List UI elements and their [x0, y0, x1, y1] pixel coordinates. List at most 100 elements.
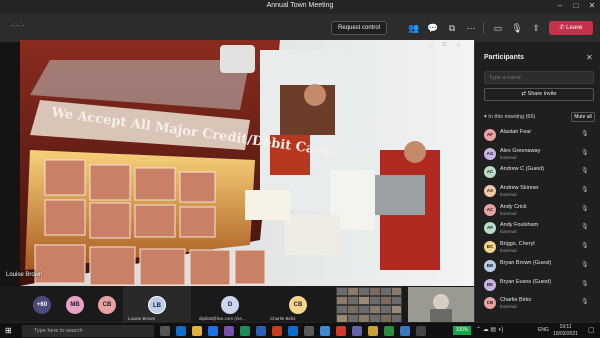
battery-badge[interactable]: 100% [453, 326, 471, 335]
task-view-icon[interactable] [160, 326, 170, 336]
minimize-video-icon[interactable]: ▭ [428, 42, 434, 49]
self-video-thumbnail[interactable] [408, 287, 474, 323]
word-icon[interactable] [256, 326, 266, 336]
participant-row[interactable]: AC Andy Crick External 🎙 [482, 201, 598, 220]
excel-icon[interactable] [240, 326, 250, 336]
participant-sub: External [500, 304, 517, 310]
rooms-icon[interactable]: ⧉ [446, 22, 458, 34]
app-icon[interactable] [416, 326, 426, 336]
avatar: CB [98, 296, 116, 314]
participant-row[interactable]: BC Briggs, Cheryl External 🎙 [482, 238, 598, 257]
title-bar: Annual Town Meeting – □ ✕ [0, 0, 600, 14]
avatar: BB [484, 259, 496, 272]
windows-start-icon[interactable]: ⊞ [5, 326, 15, 336]
participant-tile[interactable]: CB Charlie Birks [266, 286, 330, 326]
taskbar-search-box[interactable]: Type here to search [22, 325, 154, 337]
request-control-button[interactable]: Request control [331, 21, 387, 35]
app-icon[interactable] [304, 326, 314, 336]
language-indicator[interactable]: ENG [538, 327, 549, 333]
mic-muted-icon: 🎙 [581, 131, 589, 137]
chat-icon[interactable]: 💬 [427, 22, 439, 34]
edge-icon[interactable] [176, 326, 186, 336]
meeting-toolbar: -:-:- Request control 👥 💬 ⧉ ⋯ ▭ 🎙 ⇪ ✆ Le… [0, 14, 600, 42]
share-screen-icon[interactable]: ⇪ [530, 22, 542, 34]
participant-search-input[interactable] [484, 71, 594, 84]
participant-row[interactable]: AF Alastair Fear 🎙 [482, 126, 598, 145]
overflow-count: +60 [33, 296, 51, 314]
chrome-icon[interactable] [336, 326, 346, 336]
overflow-tile[interactable]: +60 [30, 286, 54, 326]
mic-muted-icon: 🎙 [581, 243, 589, 250]
close-window-icon[interactable]: ✕ [585, 1, 599, 10]
participant-name: Andrew Skinner [500, 185, 539, 192]
avatar: BE [484, 278, 496, 291]
network-icon[interactable]: ⌃ ☁ ▤ ◖) [476, 326, 503, 333]
close-panel-icon[interactable]: ✕ [586, 53, 593, 62]
file-explorer-icon[interactable] [192, 326, 202, 336]
in-meeting-section-header[interactable]: ▾ In this meeting (66) [484, 114, 535, 120]
mute-all-button[interactable]: Mute all [571, 112, 595, 122]
powerpoint-icon[interactable] [272, 326, 282, 336]
gallery-grid-image [336, 287, 402, 323]
avatar: BC [484, 241, 496, 254]
share-invite-button[interactable]: ⇄ Share invite [484, 88, 594, 101]
self-video-image [408, 287, 474, 323]
outlook-icon[interactable] [288, 326, 298, 336]
participant-tile[interactable]: CB [95, 286, 119, 326]
window-title: Annual Town Meeting [266, 2, 334, 9]
leave-button[interactable]: ✆ Leave [549, 21, 593, 35]
teams-active-icon[interactable] [352, 326, 362, 336]
participant-row[interactable]: AF Andy Foulsham External 🎙 [482, 219, 598, 238]
app-icon[interactable] [384, 326, 394, 336]
close-video-icon[interactable]: ✕ [456, 42, 461, 49]
app-icon[interactable] [400, 326, 410, 336]
photos-icon[interactable] [320, 326, 330, 336]
maximize-icon[interactable]: □ [569, 1, 583, 10]
clock[interactable]: 19:11 10/03/2021 [553, 324, 578, 337]
participant-sub: External [500, 210, 517, 216]
mic-muted-icon: 🎙 [581, 299, 589, 306]
participant-tile[interactable]: LB Louise Brown [123, 286, 191, 326]
participant-name: Alastair Fear [500, 129, 532, 135]
mic-muted-icon: 🎙 [581, 168, 589, 175]
video-frame: We Accept All Major Credit/Debit Cards [20, 40, 474, 286]
avatar: AC [484, 166, 496, 179]
participant-row[interactable]: BE Bryan Evans (Guest) 🎙 [482, 276, 598, 295]
taskbar-search-text: Type here to search [34, 328, 83, 334]
gallery-thumbnail[interactable] [336, 287, 402, 323]
minimize-icon[interactable]: – [553, 1, 567, 10]
speaker-name-label: Louise Brown [6, 272, 43, 278]
avatar: AG [484, 147, 496, 160]
popout-video-icon[interactable]: ⧉ [442, 42, 446, 49]
avatar: CB [289, 296, 307, 314]
participant-sub: External [500, 192, 517, 198]
avatar: LB [148, 296, 166, 314]
participant-tile[interactable]: MB [63, 286, 87, 326]
participant-name: Charlie Birks [500, 297, 532, 304]
share-invite-label: Share invite [527, 91, 557, 97]
shared-video[interactable]: We Accept All Major Credit/Debit Cards [20, 40, 474, 286]
notes-icon[interactable] [368, 326, 378, 336]
camera-icon[interactable]: ▭ [492, 22, 504, 34]
participant-row[interactable]: AC Andrew C (Guest) 🎙 [482, 163, 598, 182]
notifications-icon[interactable]: ▢ [588, 326, 595, 334]
participant-row[interactable]: CB Charlie Birks External 🎙 [482, 294, 598, 313]
avatar: AC [484, 203, 496, 216]
participant-row[interactable]: AS Andrew Skinner External 🎙 [482, 182, 598, 201]
participant-name: Andy Crick [500, 203, 527, 210]
teams-icon[interactable] [224, 326, 234, 336]
clock-date: 10/03/2021 [553, 330, 579, 337]
toolbar-divider [483, 22, 484, 34]
participant-name: Andrew C (Guest) [500, 166, 545, 173]
mic-muted-icon[interactable]: 🎙 [511, 22, 523, 34]
mic-muted-icon: 🎙 [581, 149, 589, 156]
participants-icon[interactable]: 👥 [408, 22, 420, 34]
more-options-icon[interactable]: ⋯ [465, 22, 477, 34]
mail-icon[interactable] [208, 326, 218, 336]
participant-row[interactable]: AG Alex Greenaway External 🎙 [482, 145, 598, 164]
participant-tile[interactable]: D dipilott@live.com (Ge... [196, 286, 264, 326]
participant-row[interactable]: BB Bryan Brown (Guest) 🎙 [482, 257, 598, 276]
mic-muted-icon: 🎙 [581, 261, 589, 268]
participant-name: Andy Foulsham [500, 222, 539, 229]
mic-muted-icon: 🎙 [581, 187, 589, 194]
